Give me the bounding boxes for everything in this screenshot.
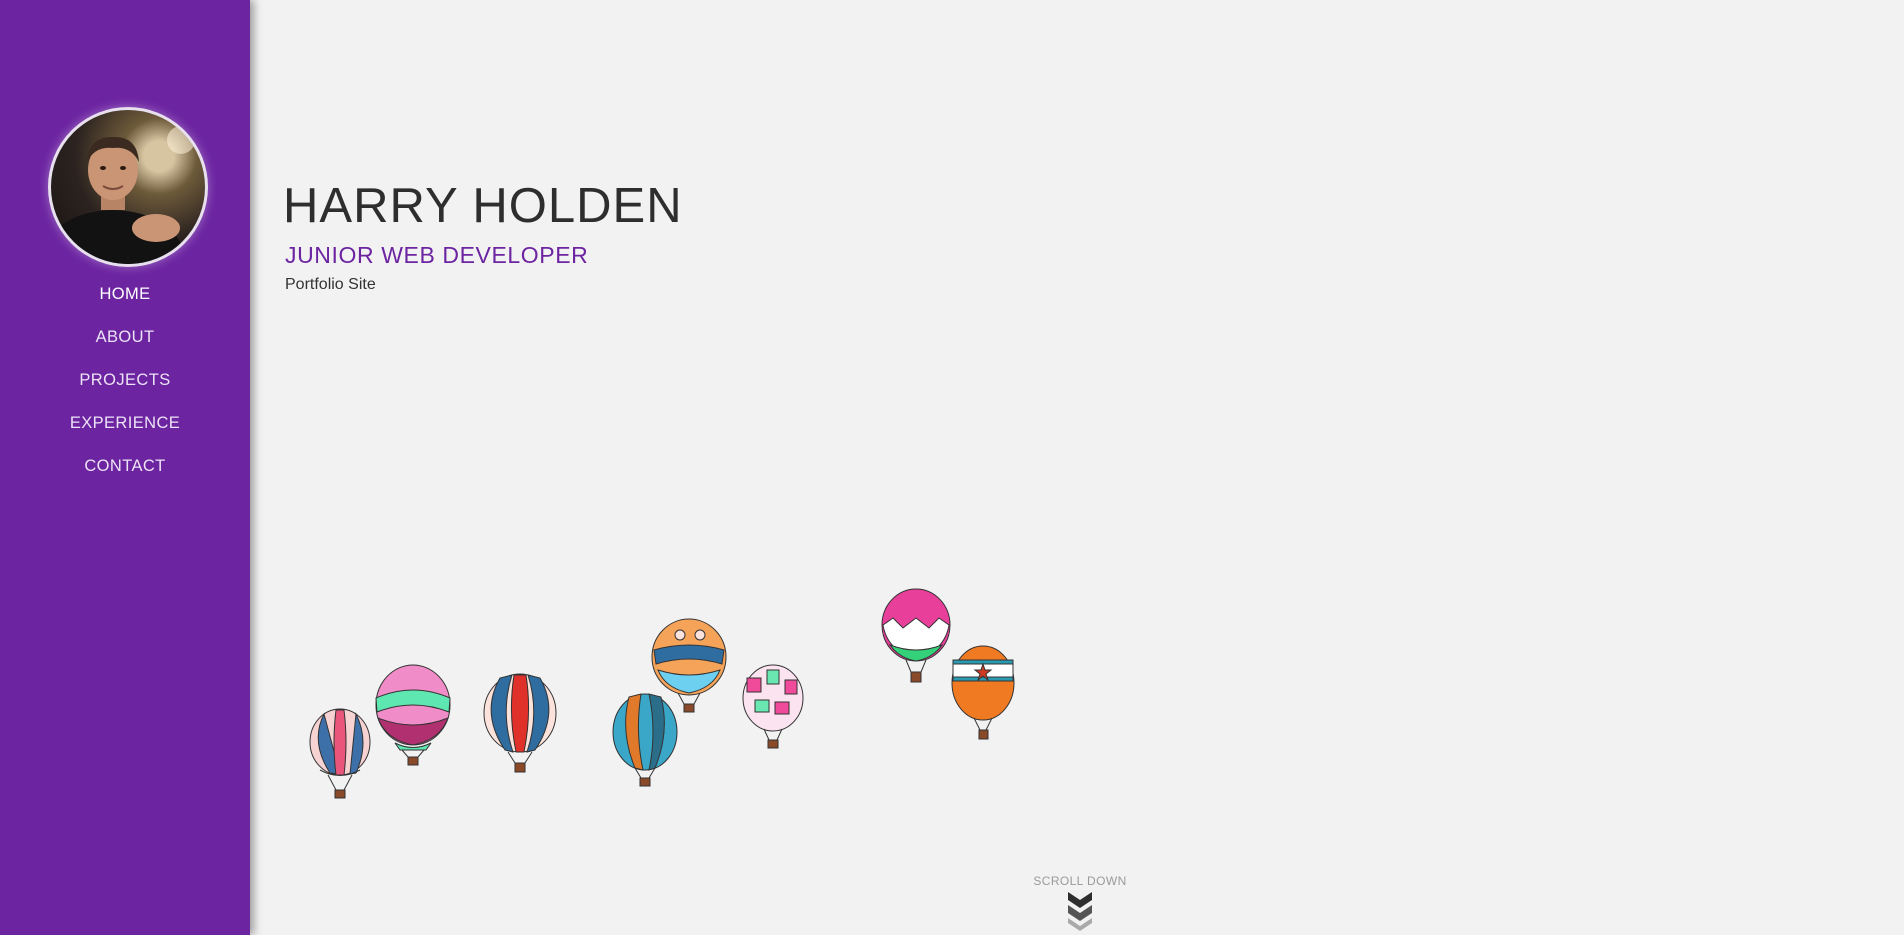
page-title: HARRY HOLDEN xyxy=(283,179,683,233)
balloon-icon xyxy=(612,693,678,787)
balloon-icon xyxy=(309,708,371,799)
avatar xyxy=(48,107,208,267)
balloon-icon xyxy=(651,618,727,713)
main-nav: HOME ABOUT PROJECTS EXPERIENCE CONTACT xyxy=(0,276,250,491)
nav-item-home[interactable]: HOME xyxy=(0,276,250,319)
job-title: JUNIOR WEB DEVELOPER xyxy=(285,242,589,268)
profile-photo-icon xyxy=(51,126,195,264)
tagline: Portfolio Site xyxy=(285,276,376,293)
nav-item-about[interactable]: ABOUT xyxy=(0,319,250,362)
balloon-icon xyxy=(742,664,804,749)
sidebar: HOME ABOUT PROJECTS EXPERIENCE CONTACT xyxy=(0,0,250,935)
chevron-down-icon xyxy=(1068,892,1092,931)
nav-item-contact[interactable]: CONTACT xyxy=(0,448,250,491)
nav-item-experience[interactable]: EXPERIENCE xyxy=(0,405,250,448)
balloon-icon xyxy=(375,664,451,766)
balloon-icon xyxy=(951,645,1015,740)
nav-item-projects[interactable]: PROJECTS xyxy=(0,362,250,405)
hero-section: HARRY HOLDEN JUNIOR WEB DEVELOPER Portfo… xyxy=(250,0,1904,935)
hot-air-balloons-icon xyxy=(309,588,1015,799)
scroll-down-link[interactable]: SCROLL DOWN xyxy=(1015,874,1145,934)
balloon-icon xyxy=(881,588,951,683)
balloon-icon xyxy=(483,673,557,773)
scroll-down-label: SCROLL DOWN xyxy=(1033,874,1127,888)
